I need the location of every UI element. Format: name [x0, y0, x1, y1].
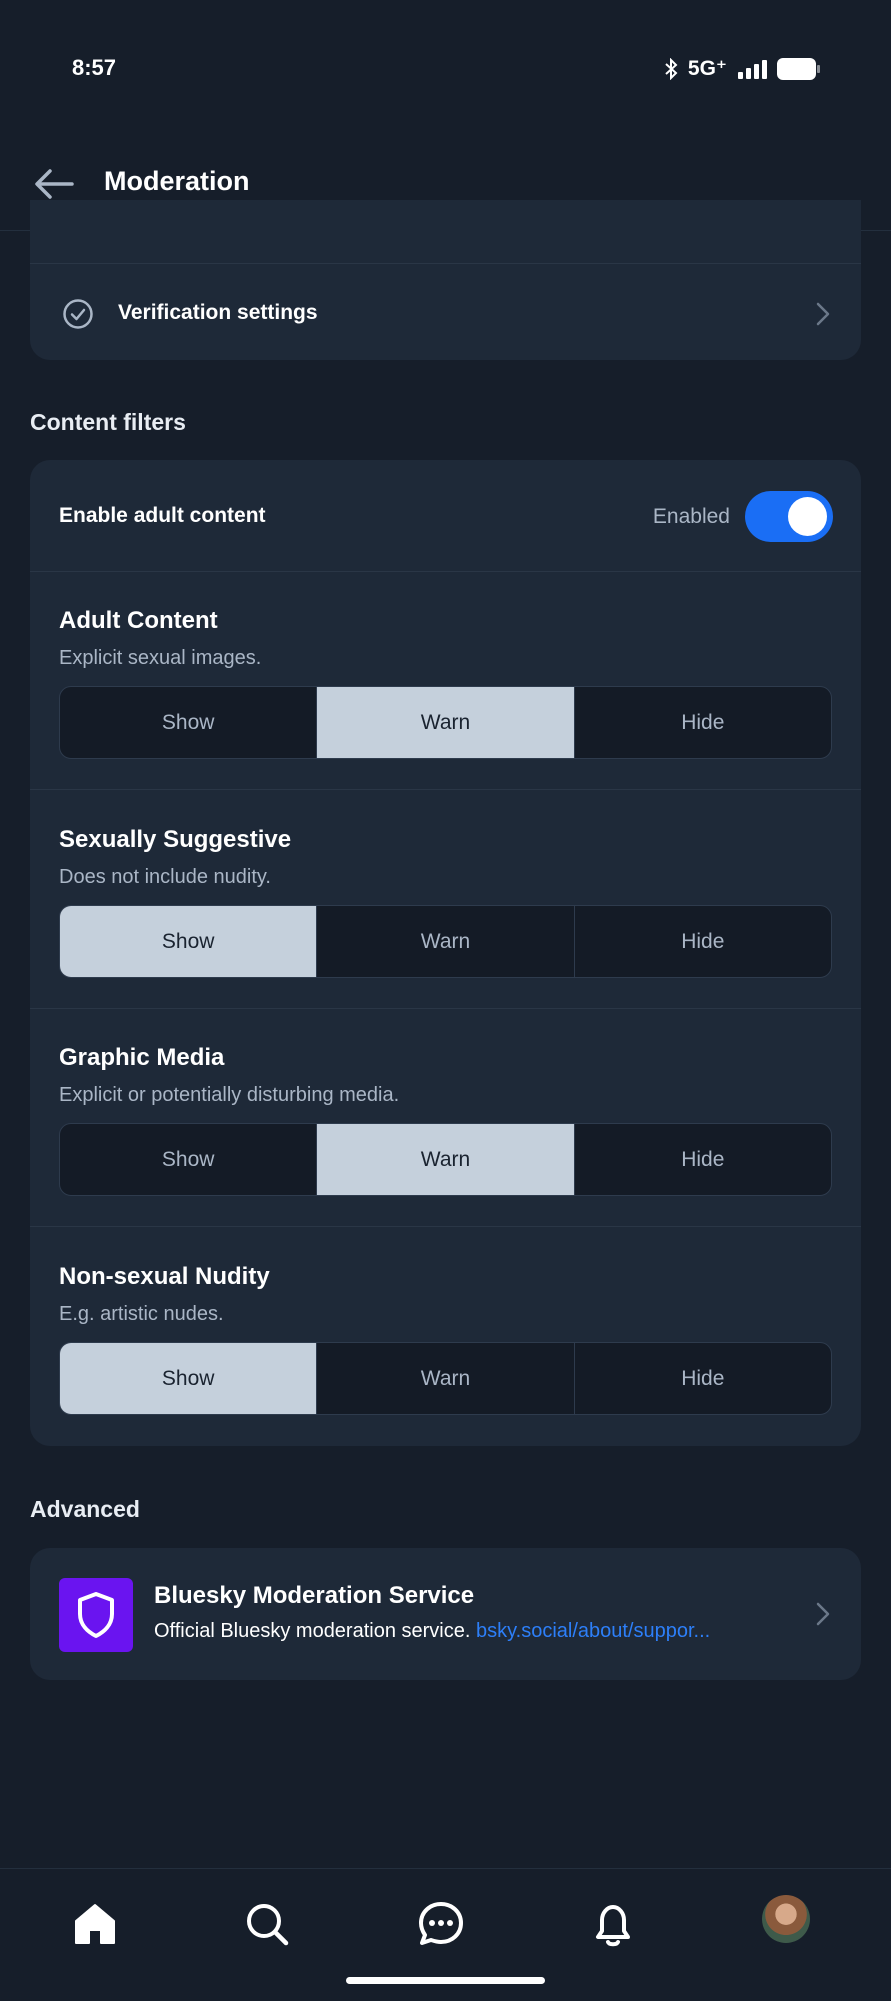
warn-option[interactable]: Warn: [317, 1343, 575, 1414]
enable-adult-content-row: Enable adult content Enabled: [30, 460, 861, 572]
chat-icon[interactable]: [416, 1899, 466, 1949]
home-icon[interactable]: [70, 1899, 120, 1949]
show-option[interactable]: Show: [60, 687, 318, 758]
hide-option[interactable]: Hide: [575, 906, 831, 977]
filter-segmented-control: Show Warn Hide: [59, 1342, 832, 1415]
search-icon[interactable]: [242, 1899, 292, 1949]
show-option[interactable]: Show: [60, 1343, 318, 1414]
show-option[interactable]: Show: [60, 1124, 318, 1195]
moderation-service-row[interactable]: Bluesky Moderation Service Official Blue…: [30, 1548, 861, 1680]
chevron-right-icon: [816, 302, 830, 326]
service-description-text: Official Bluesky moderation service.: [154, 1620, 471, 1642]
content-filters-heading: Content filters: [30, 409, 186, 435]
filter-graphic-media: Graphic Media Explicit or potentially di…: [30, 1008, 861, 1227]
bell-icon[interactable]: [588, 1899, 638, 1949]
filter-non-sexual-nudity: Non-sexual Nudity E.g. artistic nudes. S…: [30, 1227, 861, 1445]
filter-segmented-control: Show Warn Hide: [59, 905, 832, 978]
service-link[interactable]: bsky.social/about/suppor...: [476, 1620, 710, 1642]
toggle-knob: [788, 497, 827, 536]
filter-title: Graphic Media: [59, 1044, 225, 1071]
advanced-heading: Advanced: [30, 1496, 140, 1522]
filter-description: Explicit sexual images.: [59, 647, 262, 669]
filter-adult-content: Adult Content Explicit sexual images. Sh…: [30, 571, 861, 790]
settings-card: Verification settings: [30, 200, 861, 360]
filter-segmented-control: Show Warn Hide: [59, 686, 832, 759]
warn-option[interactable]: Warn: [317, 906, 575, 977]
network-label: 5G⁺: [687, 57, 727, 80]
service-logo: [59, 1578, 133, 1652]
back-arrow-icon[interactable]: [32, 164, 76, 204]
signal-icon: [738, 59, 767, 79]
adult-content-toggle[interactable]: [745, 491, 833, 542]
service-name: Bluesky Moderation Service: [154, 1582, 475, 1609]
warn-option[interactable]: Warn: [317, 687, 575, 758]
filter-description: Explicit or potentially disturbing media…: [59, 1084, 400, 1106]
status-icons: 5G⁺: [664, 56, 821, 81]
warn-option[interactable]: Warn: [317, 1124, 575, 1195]
hide-option[interactable]: Hide: [575, 1343, 831, 1414]
bluetooth-icon: [665, 57, 678, 80]
verification-settings-row[interactable]: Verification settings: [30, 263, 861, 360]
hide-option[interactable]: Hide: [575, 1124, 831, 1195]
shield-icon: [78, 1592, 114, 1638]
service-description: Official Bluesky moderation service. bsk…: [154, 1620, 710, 1643]
filter-description: E.g. artistic nudes.: [59, 1303, 224, 1325]
verification-settings-label: Verification settings: [118, 301, 318, 324]
filter-title: Adult Content: [59, 607, 218, 634]
status-time: 8:57: [72, 55, 117, 80]
page-title: Moderation: [104, 166, 250, 196]
show-option[interactable]: Show: [60, 906, 318, 977]
filter-description: Does not include nudity.: [59, 866, 271, 888]
enable-adult-content-label: Enable adult content: [59, 504, 266, 527]
chevron-right-icon: [816, 1602, 830, 1626]
content-filters-card: Enable adult content Enabled Adult Conte…: [30, 460, 861, 1446]
profile-avatar[interactable]: [762, 1895, 810, 1943]
filter-title: Sexually Suggestive: [59, 826, 292, 853]
filter-segmented-control: Show Warn Hide: [59, 1123, 832, 1196]
filter-sexually-suggestive: Sexually Suggestive Does not include nud…: [30, 790, 861, 1009]
filter-title: Non-sexual Nudity: [59, 1263, 270, 1290]
toggle-state-label: Enabled: [652, 505, 730, 528]
home-indicator: [346, 1977, 545, 1984]
hide-option[interactable]: Hide: [575, 687, 831, 758]
check-circle-icon: [63, 299, 93, 329]
status-bar: 8:57 5G⁺: [0, 0, 891, 140]
battery-icon: [777, 57, 820, 80]
